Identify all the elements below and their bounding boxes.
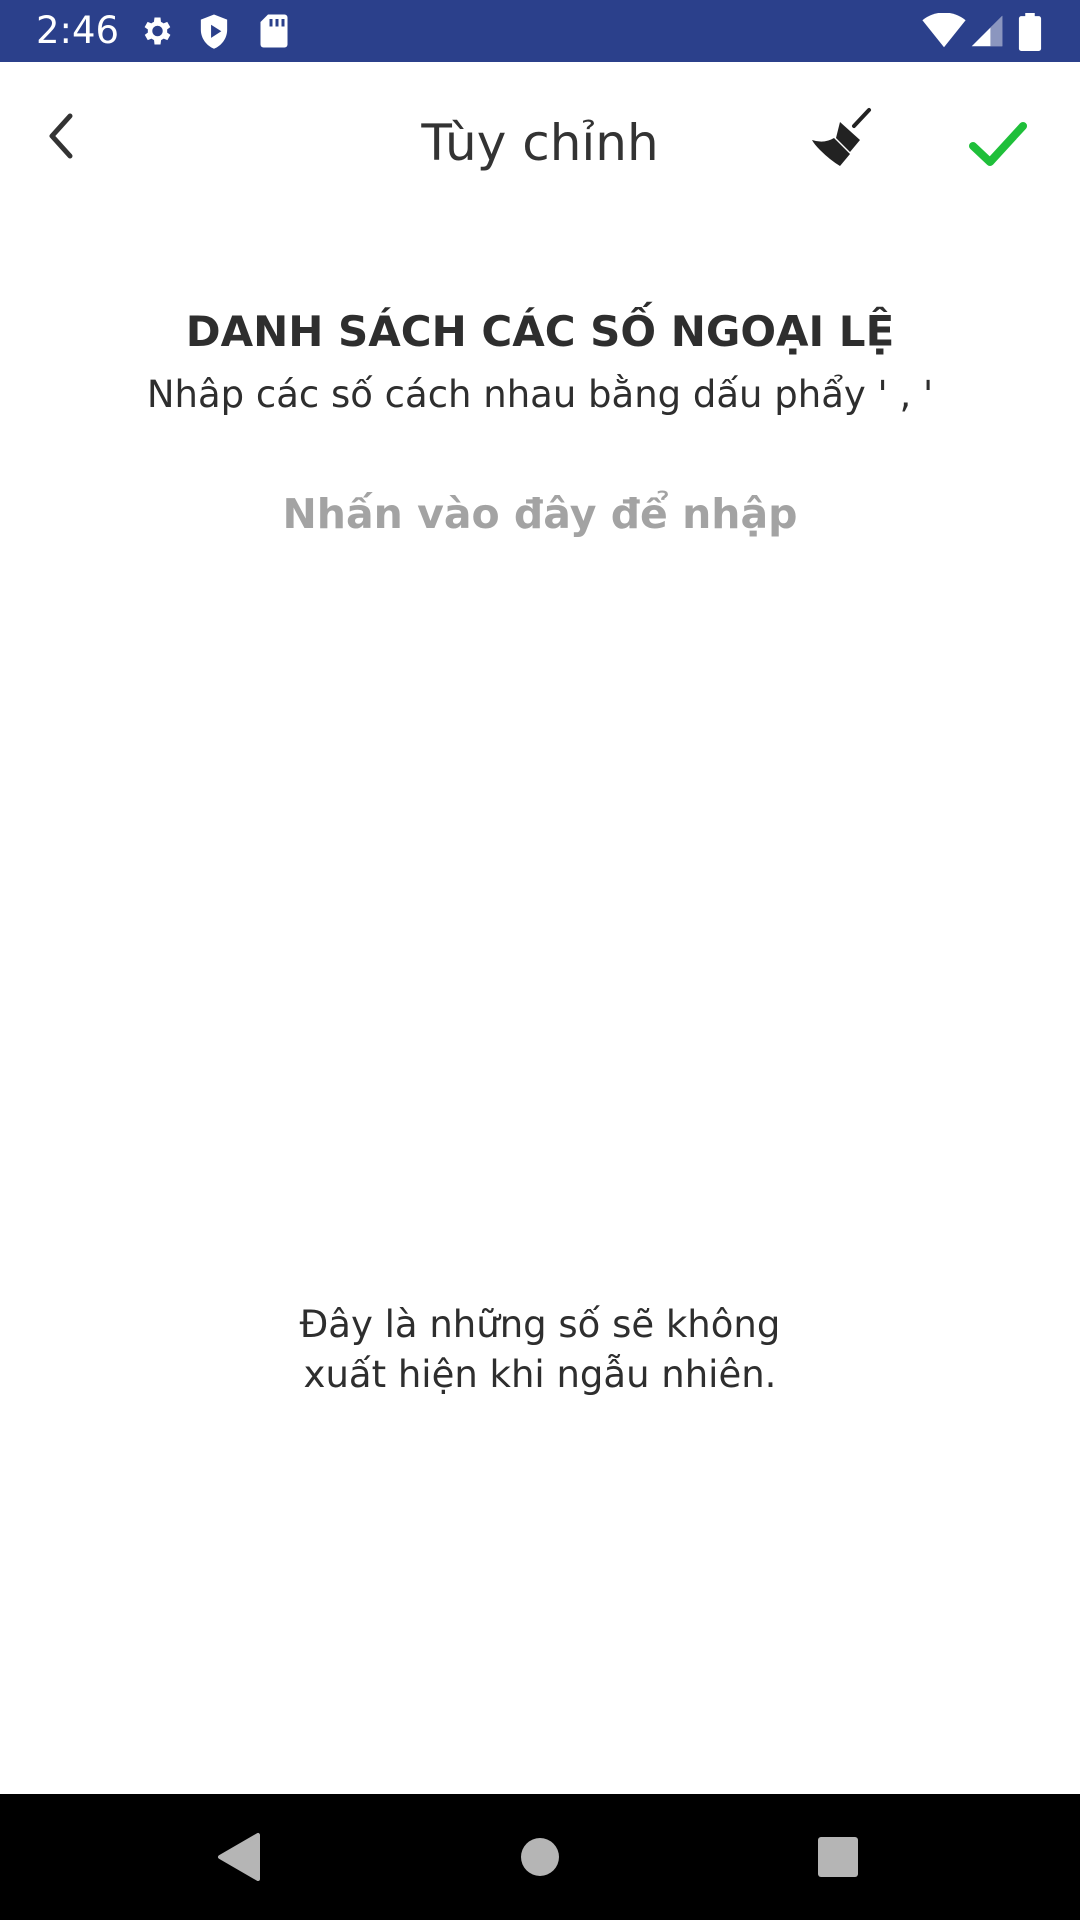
nav-back-button[interactable]	[206, 1824, 272, 1890]
clear-button[interactable]	[800, 100, 880, 180]
shield-play-icon	[200, 14, 228, 49]
app-bar: Tùy chỉnh	[0, 62, 1080, 224]
broom-icon	[812, 108, 871, 166]
chevron-left-icon	[49, 113, 73, 159]
info-note: Đây là những số sẽ không xuất hiện khi n…	[0, 1300, 1080, 1400]
info-note-line-2: xuất hiện khi ngẫu nhiên.	[303, 1353, 777, 1396]
battery-icon	[1018, 13, 1042, 51]
back-button[interactable]	[30, 104, 94, 168]
info-note-line-1: Đây là những số sẽ không	[299, 1303, 781, 1346]
home-circle-icon	[521, 1838, 559, 1876]
settings-icon	[144, 17, 171, 45]
screen: 2:46 Tùy chỉnh DANH SÁCH CÁC SỐ NGOẠI LỆ…	[0, 0, 1080, 1920]
section-heading: DANH SÁCH CÁC SỐ NGOẠI LỆ	[185, 307, 895, 356]
wifi-icon	[922, 13, 966, 48]
page-title: Tùy chỉnh	[421, 114, 659, 172]
nav-home-button[interactable]	[507, 1824, 573, 1890]
nav-recents-button[interactable]	[805, 1824, 871, 1890]
status-time: 2:46	[36, 9, 120, 52]
signal-icon	[971, 15, 1003, 47]
confirm-button[interactable]	[965, 112, 1031, 178]
sd-card-icon	[260, 14, 288, 48]
back-triangle-icon	[218, 1833, 260, 1881]
navigation-bar	[0, 1794, 1080, 1920]
input-hint: Nhâp các số cách nhau bằng dấu phẩy ' , …	[146, 373, 934, 416]
exception-numbers-input[interactable]: Nhấn vào đây để nhập	[60, 480, 1020, 1180]
recents-square-icon	[818, 1837, 858, 1877]
input-placeholder: Nhấn vào đây để nhập	[282, 490, 798, 538]
check-icon	[969, 122, 1027, 166]
status-bar: 2:46	[0, 0, 1080, 62]
